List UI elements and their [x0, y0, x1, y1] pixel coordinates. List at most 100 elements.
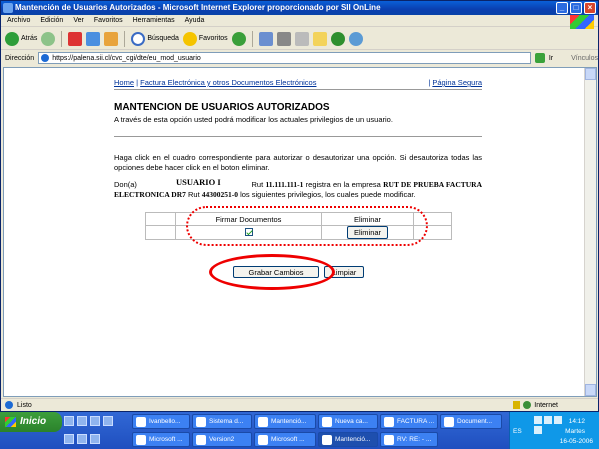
print-icon[interactable]	[276, 31, 291, 46]
folder-icon	[322, 417, 332, 427]
close-button[interactable]: ×	[584, 2, 596, 14]
search-icon	[131, 31, 146, 46]
toolbar-separator	[61, 30, 63, 47]
address-url: https://palena.sii.cl/cvc_cgi/dte/eu_mod…	[52, 54, 201, 62]
menu-ayuda[interactable]: Ayuda	[185, 15, 205, 26]
clock-day: Martes	[565, 428, 585, 435]
taskbar-button[interactable]: Mantenció...	[254, 414, 316, 429]
quick-launch-icon[interactable]	[77, 434, 87, 444]
taskbar-button[interactable]: Document...	[440, 414, 502, 429]
registers-text: registra en la empresa	[305, 180, 381, 189]
tray-icon[interactable]	[534, 426, 542, 434]
mail-icon[interactable]	[258, 31, 273, 46]
quick-launch-icon[interactable]	[103, 416, 113, 426]
forward-button[interactable]	[41, 31, 56, 46]
favorites-button[interactable]: Favoritos	[182, 31, 228, 46]
edit-icon[interactable]	[294, 31, 309, 46]
ie-app-icon	[3, 3, 13, 13]
language-indicator[interactable]: ES	[513, 428, 522, 435]
back-button[interactable]: Atrás	[5, 31, 37, 46]
task-label: Ivanbello...	[149, 418, 181, 425]
table-cell	[145, 225, 176, 240]
toolbar-separator	[124, 30, 126, 47]
menu-favoritos[interactable]: Favoritos	[94, 15, 123, 26]
window-icon	[136, 435, 146, 445]
quick-launch-icon[interactable]	[90, 416, 100, 426]
task-label: Version2	[209, 436, 235, 443]
acrobat-icon	[258, 435, 268, 445]
search-label: Búsqueda	[147, 35, 179, 42]
company-rut: 44300251-0	[201, 190, 238, 199]
history-icon[interactable]	[231, 31, 246, 46]
taskbar: Inicio Ivanbello... Sistema d... Mantenc…	[0, 412, 599, 449]
minimize-button[interactable]: _	[556, 2, 568, 14]
vertical-scrollbar[interactable]	[584, 68, 596, 396]
taskbar-button[interactable]: FACTURA ...	[380, 414, 438, 429]
taskbar-button-active[interactable]: Mantenció...	[318, 432, 378, 447]
menu-edicion[interactable]: Edición	[40, 15, 63, 26]
taskbar-button[interactable]: Version2	[192, 432, 252, 447]
tray-icon[interactable]	[534, 416, 542, 424]
taskbar-button[interactable]: Microsoft ...	[132, 432, 190, 447]
divider	[114, 136, 482, 137]
home-link[interactable]: Home	[114, 78, 134, 87]
address-bar: Dirección https://palena.sii.cl/cvc_cgi/…	[1, 51, 598, 65]
tray-icon[interactable]	[544, 416, 552, 424]
user-info: Don(a) Rut 11.111.111-1 registra en la e…	[114, 180, 482, 200]
nav-separator: |	[136, 78, 139, 87]
title-bar[interactable]: Mantención de Usuarios Autorizados - Mic…	[1, 1, 598, 15]
page-icon	[5, 401, 13, 409]
tray-icons	[534, 416, 562, 434]
breadcrumb: Home | Factura Electrónica y otros Docum…	[114, 78, 482, 87]
tools-icon[interactable]	[348, 31, 363, 46]
messenger-icon[interactable]	[330, 31, 345, 46]
quick-launch-icon[interactable]	[64, 416, 74, 426]
task-label: FACTURA ...	[397, 418, 435, 425]
taskbar-button[interactable]: RV: RE: - ...	[380, 432, 438, 447]
section-link[interactable]: Factura Electrónica y otros Documentos E…	[140, 78, 316, 87]
search-button[interactable]: Búsqueda	[131, 31, 179, 46]
taskbar-button[interactable]: Nueva ca...	[318, 414, 378, 429]
menu-ver[interactable]: Ver	[73, 15, 84, 26]
folder-icon	[196, 435, 206, 445]
start-button[interactable]: Inicio	[0, 412, 62, 432]
taskbar-button[interactable]: Sistema d...	[192, 414, 252, 429]
taskbar-button[interactable]: Microsoft ...	[254, 432, 316, 447]
window-icon	[196, 417, 206, 427]
quick-launch-icon[interactable]	[77, 416, 87, 426]
menu-bar: Archivo Edición Ver Favoritos Herramient…	[1, 15, 598, 27]
stop-icon[interactable]	[68, 31, 83, 46]
lock-icon[interactable]	[513, 401, 521, 409]
quick-launch	[64, 416, 113, 426]
address-label: Dirección	[5, 54, 35, 62]
system-tray: ES 14:12 Martes 16-05-2006	[509, 412, 599, 449]
menu-herramientas[interactable]: Herramientas	[133, 15, 175, 26]
home-icon[interactable]	[104, 31, 119, 46]
go-label[interactable]: Ir	[549, 55, 553, 62]
quick-launch-icon[interactable]	[64, 434, 74, 444]
quick-launch-icon[interactable]	[90, 434, 100, 444]
task-label: Sistema d...	[209, 418, 244, 425]
links-label[interactable]: Vínculos	[571, 55, 598, 62]
address-input[interactable]: https://palena.sii.cl/cvc_cgi/dte/eu_mod…	[38, 52, 532, 64]
windows-flag-icon	[5, 417, 16, 427]
clock-time[interactable]: 14:12	[569, 418, 585, 425]
globe-icon	[523, 401, 532, 409]
folder-icon[interactable]	[312, 31, 327, 46]
don-label: Don(a)	[114, 180, 137, 189]
scroll-up-arrow-icon[interactable]	[585, 68, 596, 80]
task-label: Microsoft ...	[271, 436, 305, 443]
refresh-icon[interactable]	[86, 31, 101, 46]
page-icon	[41, 54, 50, 62]
maximize-button[interactable]: □	[570, 2, 582, 14]
page-title: MANTENCION DE USUARIOS AUTORIZADOS	[114, 102, 330, 113]
menu-archivo[interactable]: Archivo	[7, 15, 30, 26]
go-arrow-icon[interactable]	[535, 53, 545, 63]
secure-page-link[interactable]: Página Segura	[432, 78, 482, 87]
tray-icon[interactable]	[554, 416, 562, 424]
highlight-oval	[209, 254, 335, 290]
nav-separator: |	[428, 78, 431, 87]
taskbar-button[interactable]: Ivanbello...	[132, 414, 190, 429]
star-icon	[182, 31, 197, 46]
scroll-down-arrow-icon[interactable]	[585, 384, 596, 396]
